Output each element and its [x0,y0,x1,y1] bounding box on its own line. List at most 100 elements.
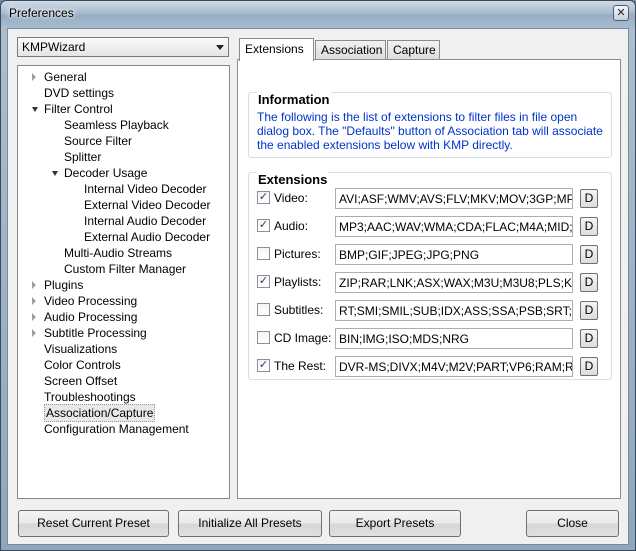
extension-list-field[interactable]: BMP;GIF;JPEG;JPG;PNG [335,244,573,265]
extensions-group: Extensions ✓ Video: AVI;ASF;WMV;AVS;FLV;MK… [248,172,612,380]
tree-item[interactable]: Screen Offset [18,373,229,389]
preset-dropdown[interactable]: KMPWizard [17,37,229,57]
tree-item[interactable]: Decoder Usage [18,165,229,181]
export-presets-button[interactable]: Export Presets [329,510,461,537]
extension-row: ✓ Video: AVI;ASF;WMV;AVS;FLV;MKV;MOV;3GP;M… [249,187,623,209]
extension-list-field[interactable]: MP3;AAC;WAV;WMA;CDA;FLAC;M4A;MID;MKA;MP2… [335,216,573,237]
expand-arrow-icon[interactable] [32,73,36,81]
tree-item-label: Audio Processing [44,310,138,324]
tree-item[interactable]: External Video Decoder [18,197,229,213]
extension-checkbox[interactable] [257,247,270,260]
expand-arrow-icon[interactable] [32,313,36,321]
extension-checkbox[interactable]: ✓ [257,191,270,204]
extension-checkbox[interactable]: ✓ [257,359,270,372]
tree-item[interactable]: Internal Video Decoder [18,181,229,197]
tree-item-label: Filter Control [44,102,113,116]
tree-item-label: Subtitle Processing [44,326,147,340]
extension-label: Audio: [274,219,309,233]
expand-arrow-icon[interactable] [32,297,36,305]
tree-item-label: Multi-Audio Streams [64,246,173,260]
close-window-button[interactable]: ✕ [613,5,629,21]
tree-item[interactable]: Splitter [18,149,229,165]
reset-current-preset-button[interactable]: Reset Current Preset [18,510,169,537]
extension-row: Subtitles: RT;SMI;SMIL;SUB;IDX;ASS;SSA;PS… [249,299,623,321]
tree-item-label: DVD settings [44,86,115,100]
tree-item[interactable]: Seamless Playback [18,117,229,133]
tab-association[interactable]: Association [315,40,386,60]
expand-arrow-icon[interactable] [32,281,36,289]
window-title: Preferences [9,6,74,20]
tree-item-label: Screen Offset [44,374,118,388]
tree-item-label: Plugins [44,278,84,292]
default-extensions-button[interactable]: D [580,189,598,208]
tree-item-label: Seamless Playback [64,118,169,132]
extension-checkbox[interactable] [257,331,270,344]
close-button[interactable]: Close [526,510,619,537]
default-extensions-button[interactable]: D [580,329,598,348]
tree-item-label: Internal Video Decoder [84,182,207,196]
default-extensions-button[interactable]: D [580,301,598,320]
chevron-down-icon [216,45,224,50]
extension-list-field[interactable]: DVR-MS;DIVX;M4V;M2V;PART;VP6;RAM;RPM;RV;… [335,356,573,377]
tree-item[interactable]: Source Filter [18,133,229,149]
collapse-arrow-icon[interactable] [32,107,38,112]
extensions-title: Extensions [257,172,329,187]
tree-item[interactable]: Configuration Management [18,421,229,437]
tree-item[interactable]: DVD settings [18,85,229,101]
dialog-body: KMPWizard General DVD settings Filter Cont… [7,28,629,545]
tree-item[interactable]: General [18,69,229,85]
tree-item[interactable]: Visualizations [18,341,229,357]
tree-item[interactable]: Troubleshootings [18,389,229,405]
tree-item[interactable]: Video Processing [18,293,229,309]
tree-item[interactable]: Plugins [18,277,229,293]
extension-checkbox[interactable]: ✓ [257,219,270,232]
settings-tree[interactable]: General DVD settings Filter Control Seamles… [17,65,230,499]
tree-item-label: General [44,70,87,84]
information-title: Information [257,92,331,107]
tree-item-label: External Video Decoder [84,198,211,212]
default-extensions-button[interactable]: D [580,217,598,236]
tree-item-label: External Audio Decoder [84,230,211,244]
tree-item[interactable]: External Audio Decoder [18,229,229,245]
tree-item-label: Custom Filter Manager [64,262,187,276]
tree-item-label: Decoder Usage [64,166,148,180]
collapse-arrow-icon[interactable] [52,171,58,176]
extension-list-field[interactable]: BIN;IMG;ISO;MDS;NRG [335,328,573,349]
extension-label: CD Image: [274,331,332,345]
tree-item[interactable]: Multi-Audio Streams [18,245,229,261]
information-group: Information The following is the list of… [248,92,612,158]
preset-dropdown-value: KMPWizard [22,40,86,54]
extension-list-field[interactable]: RT;SMI;SMIL;SUB;IDX;ASS;SSA;PSB;SRT;S2K;… [335,300,573,321]
default-extensions-button[interactable]: D [580,245,598,264]
tab-extensions[interactable]: Extensions [239,38,314,61]
tree-item[interactable]: Subtitle Processing [18,325,229,341]
title-bar[interactable]: Preferences ✕ [1,1,635,27]
tree-item[interactable]: Color Controls [18,357,229,373]
default-extensions-button[interactable]: D [580,357,598,376]
tree-item-label: Splitter [64,150,102,164]
preferences-window: Preferences ✕ KMPWizard General DVD setti… [0,0,636,551]
extension-label: Video: [274,191,308,205]
tree-item[interactable]: Custom Filter Manager [18,261,229,277]
tree-item[interactable]: Association/Capture [18,404,229,422]
tree-item[interactable]: Filter Control [18,101,229,117]
extension-checkbox[interactable]: ✓ [257,275,270,288]
extension-list-field[interactable]: AVI;ASF;WMV;AVS;FLV;MKV;MOV;3GP;MP4;MPG;… [335,188,573,209]
tree-item-label: Association/Capture [44,404,156,422]
tree-item[interactable]: Audio Processing [18,309,229,325]
expand-arrow-icon[interactable] [32,329,36,337]
tree-item-label: Visualizations [44,342,118,356]
initialize-all-presets-button[interactable]: Initialize All Presets [178,510,322,537]
extensions-tab-panel: Information The following is the list of… [237,59,621,499]
tree-item-label: Internal Audio Decoder [84,214,207,228]
tree-item-label: Source Filter [64,134,133,148]
tab-capture[interactable]: Capture [387,40,440,60]
extension-row: Pictures: BMP;GIF;JPEG;JPG;PNG D [249,243,623,265]
tree-item[interactable]: Internal Audio Decoder [18,213,229,229]
default-extensions-button[interactable]: D [580,273,598,292]
extension-list-field[interactable]: ZIP;RAR;LNK;ASX;WAX;M3U;M3U8;PLS;KPL;WVX… [335,272,573,293]
tree-item-label: Configuration Management [44,422,189,436]
tree-item-label: Video Processing [44,294,138,308]
extension-checkbox[interactable] [257,303,270,316]
tree-item-label: Color Controls [44,358,121,372]
